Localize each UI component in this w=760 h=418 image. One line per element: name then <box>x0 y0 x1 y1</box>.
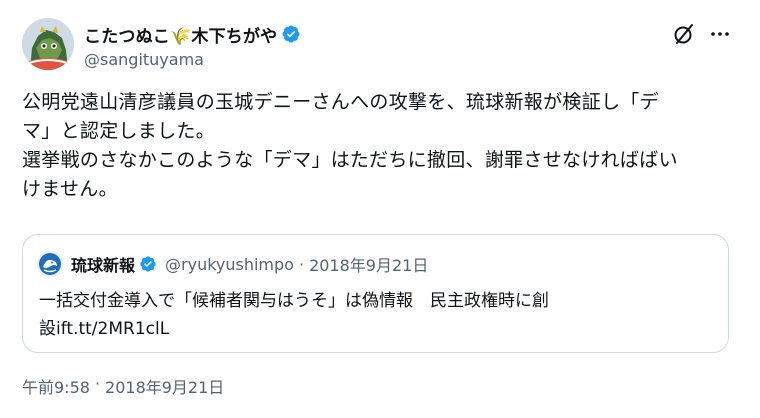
post-timestamp[interactable]: 午前9:58 · 2018年9月21日 <box>22 374 224 398</box>
post-date[interactable]: 2018年9月21日 <box>105 374 224 398</box>
quote-text-line: 設ift.tt/2MR1clL <box>39 319 170 339</box>
post-time[interactable]: 午前9:58 <box>22 374 90 398</box>
grok-icon[interactable] <box>672 22 696 46</box>
post-text-line: けません。 <box>22 178 118 200</box>
post-header: こたつぬこ🌾木下ちがや @sangituyama <box>22 18 738 74</box>
quoted-post[interactable]: 琉球新報 @ryukyushimpo · 2018年9月21日 一括交付金導入で… <box>22 234 729 353</box>
quote-date[interactable]: 2018年9月21日 <box>309 252 428 276</box>
verified-badge-icon <box>140 256 156 272</box>
quote-author-handle[interactable]: @ryukyushimpo <box>165 255 294 274</box>
post-text-line: 選挙戦のさなかこのような「デマ」はただちに撤回、謝罪させなければばい <box>22 149 678 171</box>
quote-author-display-name[interactable]: 琉球新報 <box>71 252 135 276</box>
quote-separator: · <box>298 254 305 274</box>
post-text: 公明党遠山清彦議員の玉城デニーさんへの攻撃を、琉球新報が検証し「デ マ」と認定し… <box>22 88 742 204</box>
quote-author-avatar[interactable] <box>37 251 63 277</box>
author-avatar[interactable] <box>22 18 74 70</box>
verified-badge-icon <box>282 25 300 43</box>
author-handle[interactable]: @sangituyama <box>84 49 301 71</box>
more-icon[interactable] <box>708 22 732 46</box>
timestamp-separator: · <box>94 374 101 393</box>
post-text-line: マ」と認定しました。 <box>22 120 216 142</box>
author-display-name[interactable]: こたつぬこ🌾木下ちがや <box>84 22 277 47</box>
quote-text-line: 一括交付金導入で「候補者関与はうそ」は偽情報 民主政権時に創 <box>39 291 549 311</box>
post-text-line: 公明党遠山清彦議員の玉城デニーさんへの攻撃を、琉球新報が検証し「デ <box>22 91 659 113</box>
quote-text: 一括交付金導入で「候補者関与はうそ」は偽情報 民主政権時に創 設ift.tt/2… <box>39 287 719 343</box>
